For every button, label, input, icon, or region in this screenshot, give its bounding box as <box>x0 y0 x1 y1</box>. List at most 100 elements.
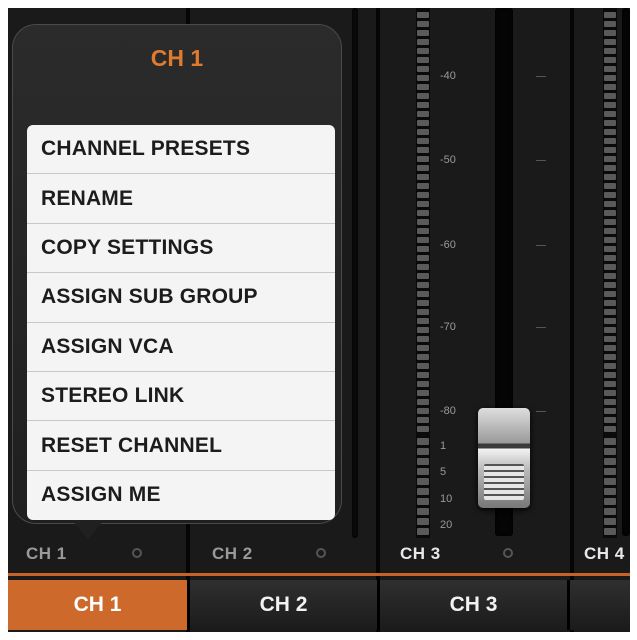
channel-strip-3 <box>380 8 570 632</box>
meter-segment <box>417 336 429 342</box>
ch2-pan-knob[interactable] <box>316 548 326 558</box>
meter-segment <box>417 508 429 515</box>
tab-ch4-partial[interactable] <box>570 580 630 630</box>
meter-segment <box>604 448 616 455</box>
meter-segment <box>417 309 429 315</box>
meter-segment <box>604 120 616 126</box>
meter-segment <box>604 438 616 445</box>
meter-segment <box>604 201 616 207</box>
meter-segment <box>604 528 616 535</box>
meter-segment <box>604 39 616 45</box>
fader-scale-label: -40 <box>440 70 456 82</box>
meter-segment <box>604 381 616 387</box>
meter-segment <box>417 327 429 333</box>
meter-scale-label: 1 <box>440 440 447 452</box>
meter-segment <box>417 390 429 396</box>
meter-segment <box>604 498 616 505</box>
meter-segment <box>417 291 429 297</box>
tab-ch2[interactable]: CH 2 <box>190 580 380 630</box>
meter-segment <box>604 21 616 27</box>
ch3-fader-knob[interactable] <box>478 408 530 508</box>
meter-segment <box>417 273 429 279</box>
ch4-fader-slot[interactable] <box>622 8 630 536</box>
ch3-level-meter <box>416 8 430 538</box>
menu-item-rename[interactable]: RENAME <box>27 174 335 224</box>
meter-segment <box>417 201 429 207</box>
ch2-strip-label: CH 2 <box>212 544 253 563</box>
meter-scale-label: 5 <box>440 466 447 478</box>
meter-segment <box>417 174 429 180</box>
meter-segment <box>604 111 616 117</box>
meter-segment <box>417 518 429 525</box>
meter-segment <box>417 408 429 414</box>
menu-item-stereo-link[interactable]: STEREO LINK <box>27 372 335 422</box>
meter-segment <box>604 228 616 234</box>
meter-segment <box>604 174 616 180</box>
tab-ch1[interactable]: CH 1 <box>8 580 190 630</box>
meter-segment <box>417 448 429 455</box>
fader-scale-tick <box>536 245 546 246</box>
meter-segment <box>417 372 429 378</box>
meter-segment <box>604 192 616 198</box>
ch1-pan-knob[interactable] <box>132 548 142 558</box>
meter-segment <box>604 48 616 54</box>
fader-scale-tick <box>536 160 546 161</box>
meter-segment <box>417 458 429 465</box>
meter-segment <box>604 291 616 297</box>
menu-item-assign-me[interactable]: ASSIGN ME <box>27 471 335 520</box>
menu-item-reset-channel[interactable]: RESET CHANNEL <box>27 421 335 471</box>
menu-item-channel-presets[interactable]: CHANNEL PRESETS <box>27 125 335 175</box>
meter-segment <box>417 228 429 234</box>
meter-segment <box>604 147 616 153</box>
meter-segment <box>417 363 429 369</box>
meter-segment <box>604 156 616 162</box>
meter-segment <box>417 120 429 126</box>
ch3-pan-knob[interactable] <box>503 548 513 558</box>
meter-segment <box>417 300 429 306</box>
meter-segment <box>417 498 429 505</box>
meter-segment <box>604 345 616 351</box>
meter-segment <box>604 264 616 270</box>
meter-segment <box>604 138 616 144</box>
meter-segment <box>417 48 429 54</box>
meter-segment <box>417 66 429 72</box>
channel-menu-list: CHANNEL PRESETS RENAME COPY SETTINGS ASS… <box>27 125 335 520</box>
meter-segment <box>417 399 429 405</box>
meter-segment <box>417 30 429 36</box>
meter-segment <box>604 327 616 333</box>
meter-segment <box>417 255 429 261</box>
meter-segment <box>417 468 429 475</box>
meter-segment <box>604 219 616 225</box>
meter-segment <box>417 345 429 351</box>
meter-segment <box>604 478 616 485</box>
menu-item-assign-sub-group[interactable]: ASSIGN SUB GROUP <box>27 273 335 323</box>
meter-segment <box>417 156 429 162</box>
fader-scale-label: -60 <box>440 239 456 251</box>
meter-segment <box>604 417 616 423</box>
meter-segment <box>417 165 429 171</box>
meter-segment <box>417 183 429 189</box>
meter-segment <box>417 111 429 117</box>
meter-segment <box>604 183 616 189</box>
ch2-fader-slot[interactable] <box>352 8 358 538</box>
meter-segment <box>417 57 429 63</box>
meter-segment <box>417 75 429 81</box>
menu-item-copy-settings[interactable]: COPY SETTINGS <box>27 224 335 274</box>
meter-segment <box>604 363 616 369</box>
meter-scale-label: 20 <box>440 519 453 531</box>
ch3-strip-label: CH 3 <box>400 544 441 563</box>
menu-item-assign-vca[interactable]: ASSIGN VCA <box>27 323 335 372</box>
meter-segment <box>417 102 429 108</box>
meter-segment <box>417 381 429 387</box>
fader-scale-label: -70 <box>440 321 456 333</box>
meter-segment <box>417 426 429 432</box>
meter-segment <box>604 273 616 279</box>
meter-segment <box>417 93 429 99</box>
tab-ch3[interactable]: CH 3 <box>380 580 570 630</box>
meter-segment <box>604 408 616 414</box>
meter-segment <box>604 282 616 288</box>
meter-segment <box>604 336 616 342</box>
meter-segment <box>604 354 616 360</box>
meter-segment <box>604 102 616 108</box>
meter-segment <box>417 417 429 423</box>
